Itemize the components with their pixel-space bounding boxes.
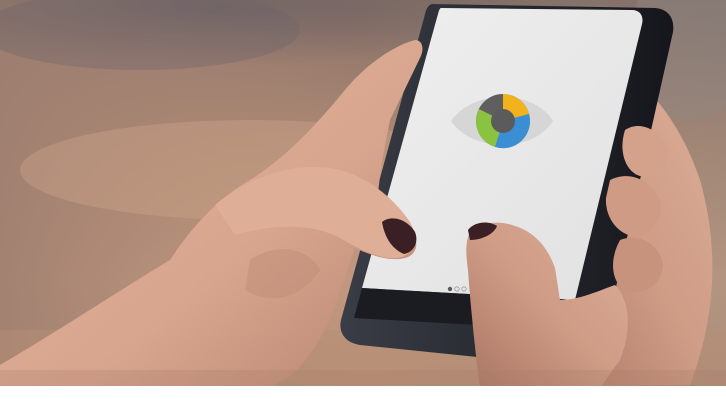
pager-dot-active bbox=[447, 286, 453, 292]
photo bbox=[0, 0, 726, 399]
photo-border bbox=[0, 386, 726, 399]
